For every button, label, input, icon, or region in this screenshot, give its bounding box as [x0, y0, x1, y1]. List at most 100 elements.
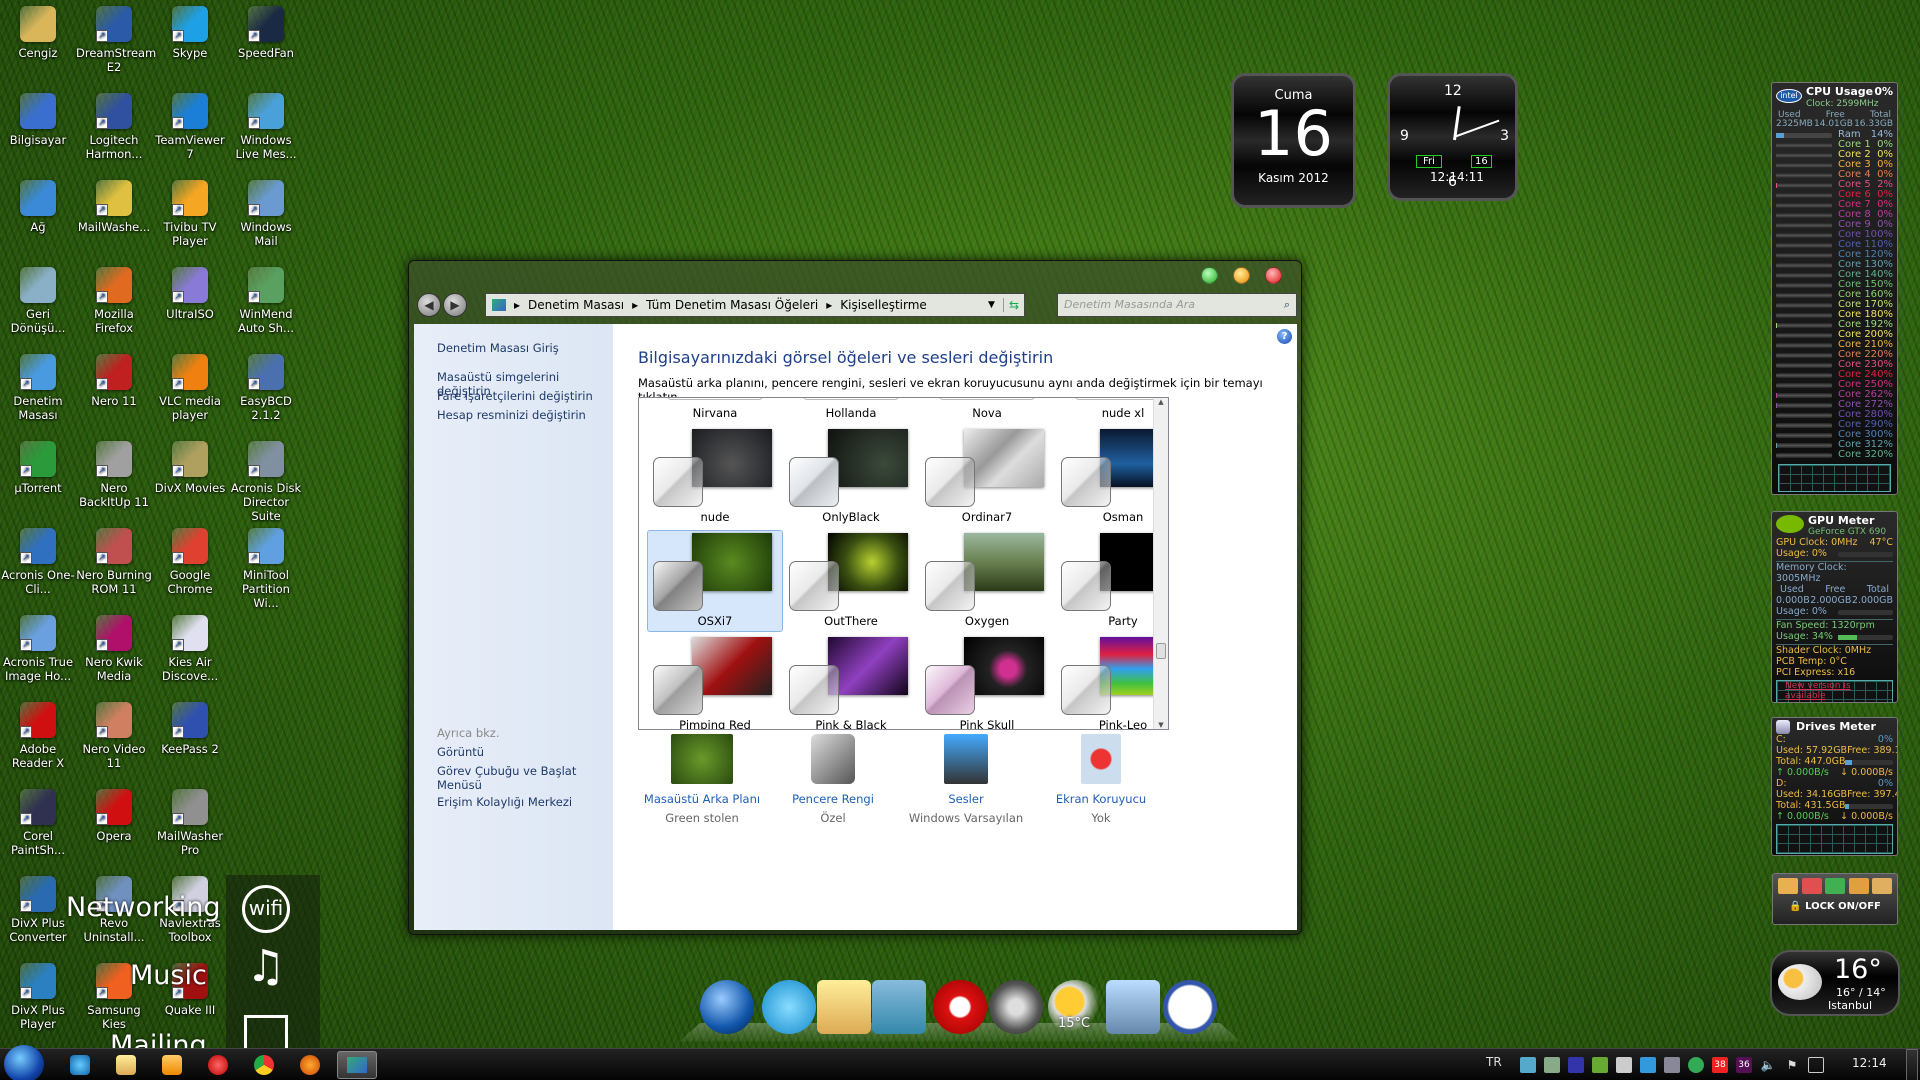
- dock-internet-explorer-icon[interactable]: [762, 980, 816, 1034]
- link-taskbar-start-menu[interactable]: Görev Çubuğu ve Başlat Menüsü: [437, 764, 577, 792]
- desktop-icon[interactable]: ↗ Mozilla Firefox: [76, 267, 152, 335]
- desktop-icon[interactable]: ↗ Adobe Reader X: [0, 702, 76, 770]
- forward-button[interactable]: ▶: [443, 293, 467, 317]
- personalize-option[interactable]: Ekran Koruyucu Yok: [1021, 734, 1181, 825]
- desktop-icon[interactable]: ↗ Skype: [152, 6, 228, 60]
- desktop-icon[interactable]: ↗ Opera: [76, 789, 152, 843]
- dock-settings-wheel-icon[interactable]: [989, 980, 1043, 1034]
- close-button[interactable]: [1265, 267, 1282, 284]
- theme-label[interactable]: nude xl: [1055, 406, 1168, 420]
- desktop-icon[interactable]: ↗ DivX Plus Player: [0, 963, 76, 1031]
- link-control-panel-home[interactable]: Denetim Masası Giriş: [437, 341, 559, 355]
- desktop-icon[interactable]: Cengiz: [0, 6, 76, 60]
- theme-item[interactable]: Party: [1055, 530, 1168, 632]
- theme-item[interactable]: Pink & Black: [783, 634, 919, 729]
- minimize-button[interactable]: [1201, 267, 1218, 284]
- dock-clock-icon[interactable]: [1163, 980, 1217, 1034]
- clock-gadget[interactable]: 12 3 6 9 Fri 16 12:14:11: [1387, 73, 1518, 201]
- wifi-tile[interactable]: wifi: [242, 885, 290, 933]
- theme-item[interactable]: Pink-Leo: [1055, 634, 1168, 729]
- taskbar-explorer-icon[interactable]: [116, 1055, 136, 1075]
- desktop-icon[interactable]: ↗ Tivibu TV Player: [152, 180, 228, 248]
- sleep-icon[interactable]: [1825, 878, 1845, 894]
- theme-item[interactable]: OnlyBlack: [783, 426, 919, 528]
- dock-media-player-icon[interactable]: [872, 980, 926, 1034]
- theme-item[interactable]: nude: [647, 426, 783, 528]
- dock-opera-icon[interactable]: [933, 980, 987, 1034]
- desktop-icon[interactable]: ↗ Windows Mail: [228, 180, 304, 248]
- new-version-link[interactable]: New version is available: [1785, 681, 1892, 701]
- search-input[interactable]: Denetim Masasında Ara ⌕: [1057, 293, 1297, 317]
- breadcrumb-item[interactable]: Tüm Denetim Masası Öğeleri: [646, 298, 818, 312]
- desktop-icon[interactable]: ↗ Acronis True Image Ho...: [0, 615, 76, 683]
- theme-label[interactable]: Hollanda: [783, 406, 919, 420]
- scrollbar-thumb[interactable]: [1156, 643, 1166, 659]
- lock-toggle[interactable]: 🔒 LOCK ON/OFF: [1773, 901, 1897, 912]
- desktop-icon[interactable]: ↗ MailWasher Pro: [152, 789, 228, 857]
- theme-partial[interactable]: [939, 398, 1035, 400]
- theme-item[interactable]: Oxygen: [919, 530, 1055, 632]
- desktop-icon[interactable]: ↗ DreamStream E2: [76, 6, 156, 74]
- weather-gadget[interactable]: 16° 16° / 14° Istanbul: [1770, 950, 1900, 1016]
- desktop-icon[interactable]: ↗ DivX Plus Converter: [0, 876, 76, 944]
- theme-list-scrollbar[interactable]: ▲ ▼: [1153, 398, 1168, 729]
- tray-usb-icon[interactable]: [1544, 1057, 1560, 1073]
- show-desktop-button[interactable]: [1906, 1049, 1918, 1080]
- desktop-icon[interactable]: ↗ Nero 11: [76, 354, 152, 408]
- desktop-icon[interactable]: ↗ Logitech Harmon...: [76, 93, 152, 161]
- mail-envelope-icon[interactable]: [244, 1015, 288, 1049]
- desktop-icon[interactable]: ↗ EasyBCD 2.1.2: [228, 354, 304, 422]
- option-label[interactable]: Ekran Koruyucu: [1021, 792, 1181, 806]
- theme-item[interactable]: Ordinar7: [919, 426, 1055, 528]
- tray-cow-icon[interactable]: [1616, 1057, 1632, 1073]
- address-bar[interactable]: ▸ Denetim Masası ▸ Tüm Denetim Masası Öğ…: [485, 293, 1025, 317]
- desktop-icon[interactable]: ↗ SpeedFan: [228, 6, 304, 60]
- desktop-icon[interactable]: ↗ Corel PaintSh...: [0, 789, 76, 857]
- calendar-gadget[interactable]: Cuma 16 Kasım 2012: [1231, 73, 1356, 208]
- taskbar-opera-icon[interactable]: [208, 1055, 228, 1075]
- power-icon[interactable]: [1778, 878, 1798, 894]
- dock-folder-icon[interactable]: [817, 980, 871, 1034]
- volume-icon[interactable]: 🔈: [1760, 1057, 1776, 1073]
- link-ease-of-access[interactable]: Erişim Kolaylığı Merkezi: [437, 795, 572, 809]
- desktop-icon[interactable]: ↗ WinMend Auto Sh...: [228, 267, 304, 335]
- tray-globe-icon[interactable]: [1688, 1057, 1704, 1073]
- desktop-icon[interactable]: ↗ MiniTool Partition Wi...: [228, 528, 304, 610]
- taskbar-control-panel-button[interactable]: [337, 1051, 377, 1079]
- tray-equalizer-icon[interactable]: [1568, 1057, 1584, 1073]
- desktop-icon[interactable]: ↗ MailWashe...: [76, 180, 152, 234]
- link-mouse-pointers[interactable]: Fare işaretçilerini değiştirin: [437, 389, 593, 403]
- desktop-icon[interactable]: ↗ Nero Burning ROM 11: [76, 528, 152, 596]
- taskbar-ie-icon[interactable]: [70, 1055, 90, 1075]
- maximize-button[interactable]: [1233, 267, 1250, 284]
- desktop-icon[interactable]: ↗ UltraISO: [152, 267, 228, 321]
- theme-partial[interactable]: [803, 398, 899, 400]
- desktop-icon[interactable]: ↗ Nero Video 11: [76, 702, 152, 770]
- theme-item[interactable]: Osman: [1055, 426, 1168, 528]
- tray-drop-icon[interactable]: [1640, 1057, 1656, 1073]
- desktop-icon[interactable]: ↗ Acronis One-Cli...: [0, 528, 76, 596]
- dock-windows-orb-icon[interactable]: [700, 980, 754, 1034]
- desktop-icon[interactable]: ↗ Acronis Disk Director Suite: [228, 441, 304, 523]
- network-icon[interactable]: [1808, 1057, 1824, 1073]
- taskbar-chrome-icon[interactable]: [254, 1055, 274, 1075]
- tray-k1-icon[interactable]: [1664, 1057, 1680, 1073]
- theme-item[interactable]: Pimping Red: [647, 634, 783, 729]
- desktop-icon[interactable]: ↗ VLC media player: [152, 354, 228, 422]
- theme-label[interactable]: Nova: [919, 406, 1055, 420]
- dock-recycle-bin-icon[interactable]: [1106, 980, 1160, 1034]
- cpu-usage-gadget[interactable]: intel CPU Usage 0% Clock: 2599MHz Used Fr…: [1771, 82, 1898, 495]
- desktop-icon[interactable]: ↗ TeamViewer 7: [152, 93, 228, 161]
- breadcrumb-item[interactable]: Denetim Masası: [528, 298, 624, 312]
- tray-nvidia-icon[interactable]: [1592, 1057, 1608, 1073]
- restart-icon[interactable]: [1801, 878, 1822, 894]
- key-icon[interactable]: [1848, 878, 1869, 894]
- theme-item[interactable]: OSXi7: [647, 530, 783, 632]
- action-center-flag-icon[interactable]: ⚑: [1784, 1057, 1800, 1073]
- desktop-icon[interactable]: ↗ Google Chrome: [152, 528, 228, 596]
- theme-partial[interactable]: [667, 398, 763, 400]
- back-button[interactable]: ◀: [417, 293, 441, 317]
- desktop-icon[interactable]: ↗ DivX Movies: [152, 441, 228, 495]
- language-indicator[interactable]: TR: [1486, 1055, 1502, 1069]
- breadcrumb-item[interactable]: Kişiselleştirme: [840, 298, 927, 312]
